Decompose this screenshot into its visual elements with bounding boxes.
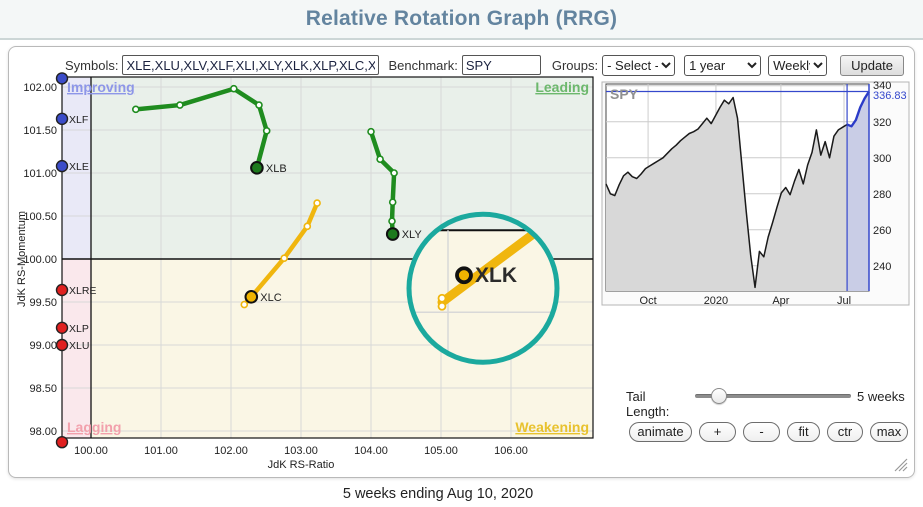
minus-button[interactable]: - (743, 422, 780, 442)
spy-x-tick-label: 2020 (704, 295, 728, 307)
x-tick-label: 105.00 (424, 445, 458, 457)
tail-point (304, 223, 310, 229)
tail-point (391, 170, 397, 176)
title-bar: Relative Rotation Graph (RRG) (0, 0, 923, 40)
edge-label-XLF: XLF (69, 114, 88, 126)
x-tick-label: 100.00 (74, 445, 108, 457)
spy-x-tick-label: Jul (837, 295, 851, 307)
x-tick-label: 106.00 (494, 445, 528, 457)
tail-point (231, 86, 237, 92)
edge-label-XLU: XLU (69, 340, 89, 352)
zoom-control-buttons: animate +-fitctrmax (629, 422, 908, 442)
fit-button[interactable]: fit (787, 422, 820, 442)
tail-point (314, 200, 320, 206)
quadrant-label-weakening: Weakening (515, 419, 589, 435)
tail-point (377, 156, 383, 162)
x-tick-label: 103.00 (284, 445, 318, 457)
spy-benchmark-chart[interactable]: 240260280300320340336.83Oct2020AprJulSPY (599, 79, 917, 311)
security-marker-XLC[interactable] (246, 291, 258, 303)
edge-symbol (57, 437, 68, 448)
animate-button[interactable]: animate (629, 422, 692, 442)
quadrant-label-leading: Leading (535, 79, 589, 95)
quadrant-label-improving: Improving (67, 79, 135, 95)
edge-symbol-XLU: XLU (57, 340, 90, 353)
quadrant-label-lagging: Lagging (67, 419, 121, 435)
ctr-button[interactable]: ctr (827, 422, 863, 442)
spy-y-tick-label: 300 (873, 153, 891, 165)
groups-select[interactable]: - Select - (602, 55, 675, 76)
y-tick-label: 101.50 (23, 125, 57, 137)
resize-handle-icon[interactable] (894, 458, 908, 472)
y-tick-label: 99.50 (29, 297, 57, 309)
period-select[interactable]: 1 year (684, 55, 761, 76)
edge-dot[interactable] (57, 113, 68, 124)
edge-symbol-XLE: XLE (57, 161, 89, 174)
edge-symbol-XLF: XLF (57, 113, 89, 126)
edge-dot[interactable] (57, 161, 68, 172)
edge-dot[interactable] (57, 284, 68, 295)
frequency-select[interactable]: Weekly (768, 55, 827, 76)
security-label-XLC: XLC (260, 292, 281, 304)
x-tick-label: 101.00 (144, 445, 178, 457)
y-tick-label: 98.00 (29, 426, 57, 438)
security-label-XLY: XLY (402, 229, 423, 241)
y-tick-label: 99.00 (29, 340, 57, 352)
spy-last-value-label: 336.83 (873, 90, 907, 102)
edge-label-XLP: XLP (69, 323, 89, 335)
y-tick-label: 98.50 (29, 383, 57, 395)
spy-x-tick-label: Apr (772, 295, 789, 307)
tail-point (368, 129, 374, 135)
tail-point (241, 302, 247, 308)
spy-y-tick-label: 260 (873, 225, 891, 237)
tail-length-value: 5 weeks (857, 389, 905, 404)
tail-point (390, 199, 396, 205)
y-tick-label: 100.50 (23, 211, 57, 223)
y-tick-label: 100.00 (23, 254, 57, 266)
edge-dot[interactable] (57, 437, 68, 448)
security-marker-XLK[interactable] (457, 268, 471, 282)
spy-y-tick-label: 320 (873, 117, 891, 129)
spy-y-tick-label: 280 (873, 189, 891, 201)
edge-dot[interactable] (57, 322, 68, 333)
spy-x-tick-label: Oct (640, 295, 657, 307)
tail-point (281, 255, 287, 261)
plus-button[interactable]: + (699, 422, 736, 442)
chart-caption: 5 weeks ending Aug 10, 2020 (343, 486, 533, 502)
edge-label-XLE: XLE (69, 161, 89, 173)
edge-label-XLRE: XLRE (69, 285, 96, 297)
spy-title: SPY (610, 86, 639, 102)
edge-dot[interactable] (57, 340, 68, 351)
update-button[interactable]: Update (840, 55, 904, 76)
x-tick-label: 102.00 (214, 445, 248, 457)
x-tick-label: 104.00 (354, 445, 388, 457)
y-tick-label: 101.00 (23, 168, 57, 180)
page-title: Relative Rotation Graph (RRG) (306, 7, 618, 31)
tail-point (177, 102, 183, 108)
rrg-chart[interactable]: Improving Leading Lagging Weakening 100.00 10… (11, 71, 601, 476)
spy-y-tick-label: 240 (873, 261, 891, 273)
security-marker-XLY[interactable] (387, 228, 399, 240)
security-label-XLB: XLB (266, 163, 287, 175)
security-label-XLK: XLK (475, 264, 517, 287)
tail-length-label: Tail Length: (626, 389, 684, 419)
edge-dot[interactable] (57, 73, 68, 84)
tail-length-slider-thumb[interactable] (711, 388, 727, 404)
tail-point (389, 218, 395, 224)
magnified-tail-point (439, 295, 446, 302)
rrg-app-panel: Symbols: Benchmark: Groups: - Select - 1… (8, 46, 915, 478)
magnified-tail-point (439, 303, 446, 310)
tail-point (256, 102, 262, 108)
edge-symbol (57, 73, 68, 84)
y-tick-label: 102.00 (23, 82, 57, 94)
edge-symbol-XLP: XLP (57, 322, 89, 335)
tail-point (264, 128, 270, 134)
tail-point (133, 106, 139, 112)
security-marker-XLB[interactable] (251, 162, 263, 174)
y-axis-title: JdK RS-Momentum (16, 211, 28, 307)
x-axis-title: JdK RS-Ratio (268, 459, 335, 471)
edge-symbol-XLRE: XLRE (57, 284, 97, 297)
max-button[interactable]: max (870, 422, 908, 442)
